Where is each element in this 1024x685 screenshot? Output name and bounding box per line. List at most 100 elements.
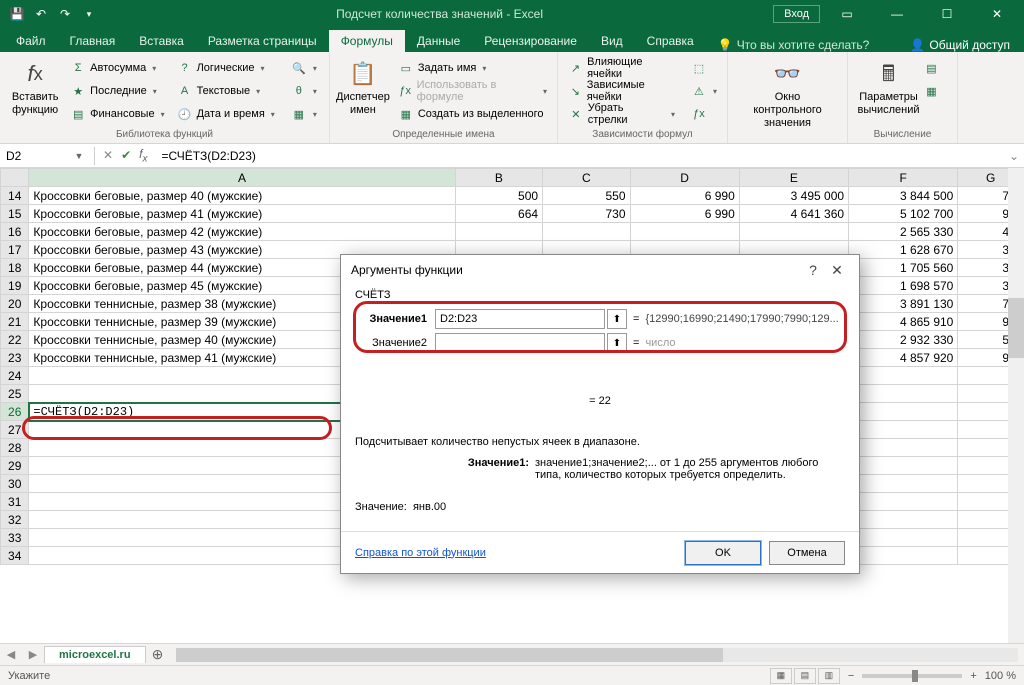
error-check-button[interactable]: ⚠▾: [687, 80, 721, 102]
arg1-input[interactable]: [435, 309, 605, 329]
datetime-button[interactable]: 🕘Дата и время▾: [173, 103, 279, 125]
cell[interactable]: [849, 475, 958, 493]
range-picker-icon[interactable]: ⬆: [607, 309, 627, 329]
ribbon-options-icon[interactable]: ▭: [824, 0, 870, 28]
calc-options-button[interactable]: 🖩Параметры вычислений: [862, 57, 916, 117]
cell[interactable]: Кроссовки беговые, размер 42 (мужские): [29, 223, 455, 241]
logical-button[interactable]: ?Логические▾: [173, 57, 279, 79]
row-header[interactable]: 27: [1, 421, 29, 439]
cell[interactable]: 3 495 000: [739, 187, 848, 205]
recent-button[interactable]: ★Последние▾: [66, 80, 168, 102]
row-header[interactable]: 32: [1, 511, 29, 529]
row-header[interactable]: 25: [1, 385, 29, 403]
more-fn-button[interactable]: ▦▾: [287, 103, 321, 125]
row-header[interactable]: 15: [1, 205, 29, 223]
use-in-formula-button[interactable]: ƒxИспользовать в формуле▾: [394, 80, 551, 102]
eval-formula-button[interactable]: ƒx: [687, 103, 721, 125]
trace-precedents-button[interactable]: ↗Влияющие ячейки: [564, 57, 679, 79]
create-from-selection-button[interactable]: ▦Создать из выделенного: [394, 103, 551, 125]
tab-nav-next-icon[interactable]: ▶: [22, 648, 44, 661]
autosum-button[interactable]: ΣАвтосумма▾: [66, 57, 168, 79]
calc-now-button[interactable]: ▤: [920, 57, 944, 79]
cell[interactable]: 2 932 330: [849, 331, 958, 349]
tab-help[interactable]: Справка: [635, 30, 706, 52]
cell[interactable]: [849, 529, 958, 547]
cell[interactable]: [543, 223, 630, 241]
zoom-slider[interactable]: [862, 674, 962, 678]
trace-dependents-button[interactable]: ↘Зависимые ячейки: [564, 80, 679, 102]
col-header[interactable]: F: [849, 169, 958, 187]
scroll-thumb[interactable]: [176, 648, 724, 662]
col-header[interactable]: C: [543, 169, 630, 187]
cell[interactable]: 500: [455, 187, 542, 205]
zoom-in-icon[interactable]: +: [970, 670, 976, 682]
row-header[interactable]: 31: [1, 493, 29, 511]
lookup-button[interactable]: 🔍▾: [287, 57, 321, 79]
ok-button[interactable]: OK: [685, 541, 761, 565]
tab-view[interactable]: Вид: [589, 30, 635, 52]
cell[interactable]: [849, 439, 958, 457]
row-header[interactable]: 29: [1, 457, 29, 475]
cancel-formula-icon[interactable]: ✕: [103, 148, 113, 162]
accept-formula-icon[interactable]: ✔: [121, 148, 131, 162]
range-picker-icon[interactable]: ⬆: [607, 333, 627, 353]
cell[interactable]: [849, 493, 958, 511]
row-header[interactable]: 17: [1, 241, 29, 259]
cell[interactable]: [849, 457, 958, 475]
math-button[interactable]: θ▾: [287, 80, 321, 102]
text-button[interactable]: AТекстовые▾: [173, 80, 279, 102]
slider-thumb[interactable]: [912, 670, 918, 682]
zoom-value[interactable]: 100 %: [985, 670, 1016, 682]
row-header[interactable]: 22: [1, 331, 29, 349]
calc-sheet-button[interactable]: ▦: [920, 80, 944, 102]
horizontal-scrollbar[interactable]: [170, 648, 1024, 662]
expand-formula-icon[interactable]: ⌄: [1004, 149, 1024, 163]
remove-arrows-button[interactable]: ✕Убрать стрелки▾: [564, 103, 679, 125]
chevron-down-icon[interactable]: ▼: [70, 151, 88, 161]
fx-icon[interactable]: fx: [139, 147, 147, 164]
cell[interactable]: 1 698 570: [849, 277, 958, 295]
row-header[interactable]: 28: [1, 439, 29, 457]
vertical-scrollbar[interactable]: [1008, 168, 1024, 643]
help-link[interactable]: Справка по этой функции: [355, 547, 486, 559]
tell-me[interactable]: 💡Что вы хотите сделать?: [718, 38, 870, 52]
cell[interactable]: [739, 223, 848, 241]
cell[interactable]: [849, 511, 958, 529]
cell[interactable]: [455, 223, 542, 241]
row-header[interactable]: 21: [1, 313, 29, 331]
help-icon[interactable]: ?: [801, 258, 825, 282]
cell[interactable]: 3 891 130: [849, 295, 958, 313]
tab-review[interactable]: Рецензирование: [472, 30, 589, 52]
row-header[interactable]: 19: [1, 277, 29, 295]
col-header[interactable]: D: [630, 169, 739, 187]
cell[interactable]: [849, 421, 958, 439]
name-box[interactable]: ▼: [0, 147, 95, 165]
arg2-input[interactable]: [435, 333, 605, 353]
save-icon[interactable]: 💾: [6, 3, 28, 25]
cell[interactable]: 4 641 360: [739, 205, 848, 223]
cell[interactable]: 1 705 560: [849, 259, 958, 277]
watch-window-button[interactable]: 👓Окно контрольного значения: [761, 57, 815, 130]
financial-button[interactable]: ▤Финансовые▾: [66, 103, 168, 125]
tab-nav-prev-icon[interactable]: ◀: [0, 648, 22, 661]
define-name-button[interactable]: ▭Задать имя▾: [394, 57, 551, 79]
cancel-button[interactable]: Отмена: [769, 541, 845, 565]
undo-icon[interactable]: ↶: [30, 3, 52, 25]
sheet-tab[interactable]: microexcel.ru: [44, 646, 146, 663]
cell[interactable]: 3 844 500: [849, 187, 958, 205]
cell[interactable]: 6 990: [630, 205, 739, 223]
qat-customize-icon[interactable]: ▾: [78, 3, 100, 25]
login-button[interactable]: Вход: [773, 5, 820, 23]
zoom-out-icon[interactable]: −: [848, 670, 854, 682]
row-header[interactable]: 34: [1, 547, 29, 565]
col-header[interactable]: B: [455, 169, 542, 187]
cell[interactable]: 550: [543, 187, 630, 205]
tab-insert[interactable]: Вставка: [127, 30, 196, 52]
share-button[interactable]: 👤Общий доступ: [910, 38, 1020, 52]
cell[interactable]: [849, 403, 958, 421]
row-header[interactable]: 20: [1, 295, 29, 313]
row-header[interactable]: 18: [1, 259, 29, 277]
cell[interactable]: 4 865 910: [849, 313, 958, 331]
select-all[interactable]: [1, 169, 29, 187]
tab-file[interactable]: Файл: [4, 30, 58, 52]
